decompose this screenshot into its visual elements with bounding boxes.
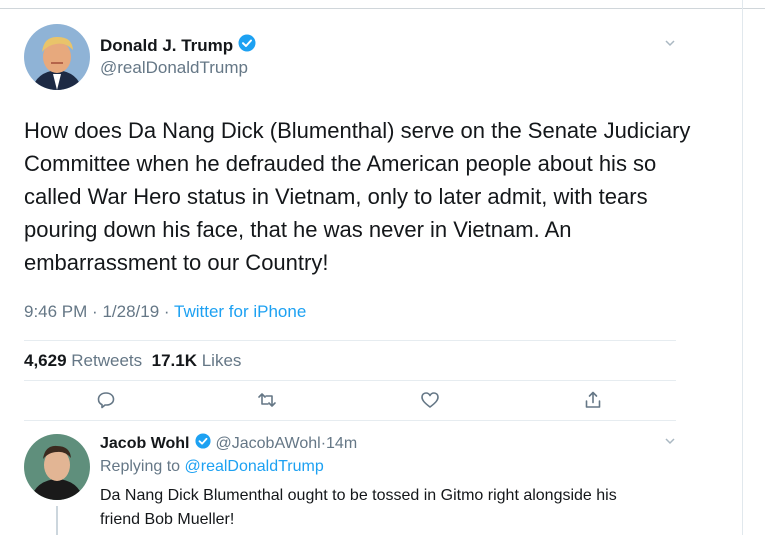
replying-to-handle[interactable]: @realDonaldTrump	[185, 458, 324, 475]
chevron-down-icon[interactable]	[663, 434, 677, 453]
heart-icon[interactable]	[419, 389, 441, 411]
replying-to: Replying to @realDonaldTrump	[100, 458, 324, 476]
reply-time[interactable]: 14m	[326, 435, 357, 453]
likes-stat[interactable]: 17.1K Likes	[152, 351, 242, 370]
tweet-text: How does Da Nang Dick (Blumenthal) serve…	[24, 118, 691, 275]
tweet-date[interactable]: 1/28/19	[102, 302, 159, 321]
replying-to-label: Replying to	[100, 458, 181, 475]
meta-separator: ·	[163, 302, 170, 321]
chevron-down-icon[interactable]	[663, 36, 677, 55]
likes-label: Likes	[201, 351, 242, 370]
meta-separator: ·	[92, 302, 98, 321]
reply-author-display-name[interactable]: Jacob Wohl	[100, 435, 190, 453]
avatar[interactable]	[24, 24, 90, 90]
retweets-stat[interactable]: 4,629 Retweets	[24, 351, 142, 370]
author-handle[interactable]: @realDonaldTrump	[100, 58, 248, 78]
tweet-source-link[interactable]: Twitter for iPhone	[174, 302, 306, 321]
share-icon[interactable]	[582, 389, 604, 411]
divider	[24, 340, 676, 341]
tweet-stats: 4,629 Retweets 17.1K Likes	[24, 351, 241, 371]
retweets-count: 4,629	[24, 351, 67, 370]
reply-author-handle[interactable]: @JacobAWohl	[216, 435, 321, 453]
likes-count: 17.1K	[151, 351, 197, 370]
author-display-name[interactable]: Donald J. Trump	[100, 36, 233, 56]
top-divider	[0, 8, 765, 9]
verified-badge-icon	[238, 34, 256, 57]
reply-icon[interactable]	[95, 389, 117, 411]
retweets-label: Retweets	[71, 351, 143, 370]
verified-badge-icon	[194, 433, 211, 454]
author-name-row[interactable]: Donald J. Trump	[100, 34, 256, 57]
right-divider	[742, 0, 743, 535]
reply-avatar[interactable]	[24, 434, 90, 500]
reply-text: Da Nang Dick Blumenthal ought to be toss…	[100, 487, 617, 528]
retweet-icon[interactable]	[256, 389, 278, 411]
divider	[24, 420, 676, 421]
tweet-time[interactable]: 9:46 PM	[24, 302, 87, 321]
tweet-meta: 9:46 PM · 1/28/19 · Twitter for iPhone	[24, 302, 306, 322]
reply-author-row: Jacob Wohl @JacobAWohl · 14m	[100, 433, 357, 454]
divider	[24, 380, 676, 381]
thread-line	[56, 506, 58, 535]
